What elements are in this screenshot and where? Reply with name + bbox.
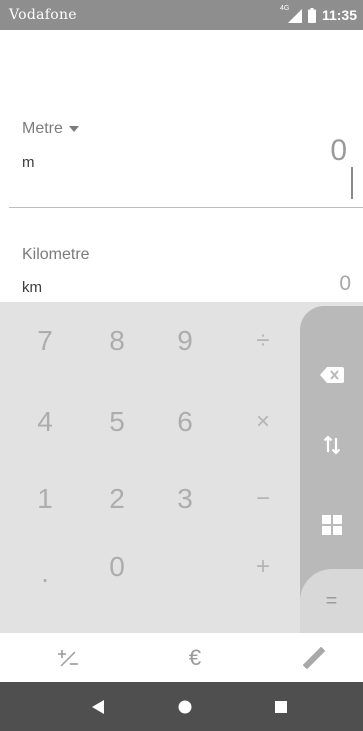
key-divide[interactable]: ÷ xyxy=(238,306,288,376)
grid-icon xyxy=(321,515,342,535)
backspace-icon xyxy=(319,367,344,383)
status-icons: 4G 11:35 xyxy=(279,5,357,24)
tool-row: € xyxy=(0,633,363,682)
to-unit-panel[interactable]: Kilometre km 0 xyxy=(0,208,363,302)
to-unit-abbreviation: km xyxy=(22,279,42,296)
battery-icon xyxy=(307,7,316,23)
currency-button[interactable]: € xyxy=(165,633,225,682)
swap-units-button[interactable] xyxy=(300,410,363,480)
navigation-bar xyxy=(0,682,363,731)
key-plus[interactable]: + xyxy=(238,532,288,602)
home-icon xyxy=(178,700,192,713)
key-decimal[interactable]: . xyxy=(10,538,80,608)
from-unit-value[interactable]: 0 xyxy=(330,134,347,168)
key-6[interactable]: 6 xyxy=(150,387,220,457)
from-unit-selector[interactable]: Metre xyxy=(22,120,79,138)
to-unit-name[interactable]: Kilometre xyxy=(22,246,90,264)
key-5[interactable]: 5 xyxy=(82,387,152,457)
recents-icon xyxy=(275,700,287,713)
network-signal-icon: 4G xyxy=(279,5,302,23)
from-unit-panel[interactable]: Metre m 0 xyxy=(0,30,363,207)
network-type: 4G xyxy=(279,5,290,12)
from-unit-abbreviation: m xyxy=(22,154,35,171)
nav-back-button[interactable] xyxy=(68,682,128,731)
nav-recents-button[interactable] xyxy=(251,682,311,731)
carrier-name: Vodafone xyxy=(9,7,77,23)
conversion-menu-button[interactable] xyxy=(300,490,363,560)
equals-button[interactable]: = xyxy=(300,569,363,633)
ruler-icon xyxy=(303,646,325,669)
key-1[interactable]: 1 xyxy=(10,464,80,534)
to-unit-value: 0 xyxy=(339,272,351,295)
from-unit-name: Metre xyxy=(22,120,63,137)
key-8[interactable]: 8 xyxy=(82,306,152,376)
key-0[interactable]: 0 xyxy=(82,532,152,602)
key-9[interactable]: 9 xyxy=(150,306,220,376)
status-bar: Vodafone 4G 11:35 xyxy=(0,0,363,30)
text-cursor xyxy=(351,167,353,199)
key-4[interactable]: 4 xyxy=(10,387,80,457)
key-3[interactable]: 3 xyxy=(150,464,220,534)
key-7[interactable]: 7 xyxy=(10,306,80,376)
unit-converter-button[interactable] xyxy=(284,633,344,682)
backspace-button[interactable] xyxy=(300,340,363,410)
plus-minus-icon xyxy=(58,649,78,666)
back-icon xyxy=(92,699,104,714)
key-2[interactable]: 2 xyxy=(82,464,152,534)
euro-icon: € xyxy=(188,644,202,670)
nav-home-button[interactable] xyxy=(155,682,215,731)
key-multiply[interactable]: × xyxy=(238,387,288,457)
dropdown-arrow-icon xyxy=(68,125,79,132)
plus-minus-button[interactable] xyxy=(38,633,98,682)
key-minus[interactable]: − xyxy=(238,464,288,534)
clock: 11:35 xyxy=(321,7,357,23)
swap-units-icon xyxy=(323,435,340,455)
